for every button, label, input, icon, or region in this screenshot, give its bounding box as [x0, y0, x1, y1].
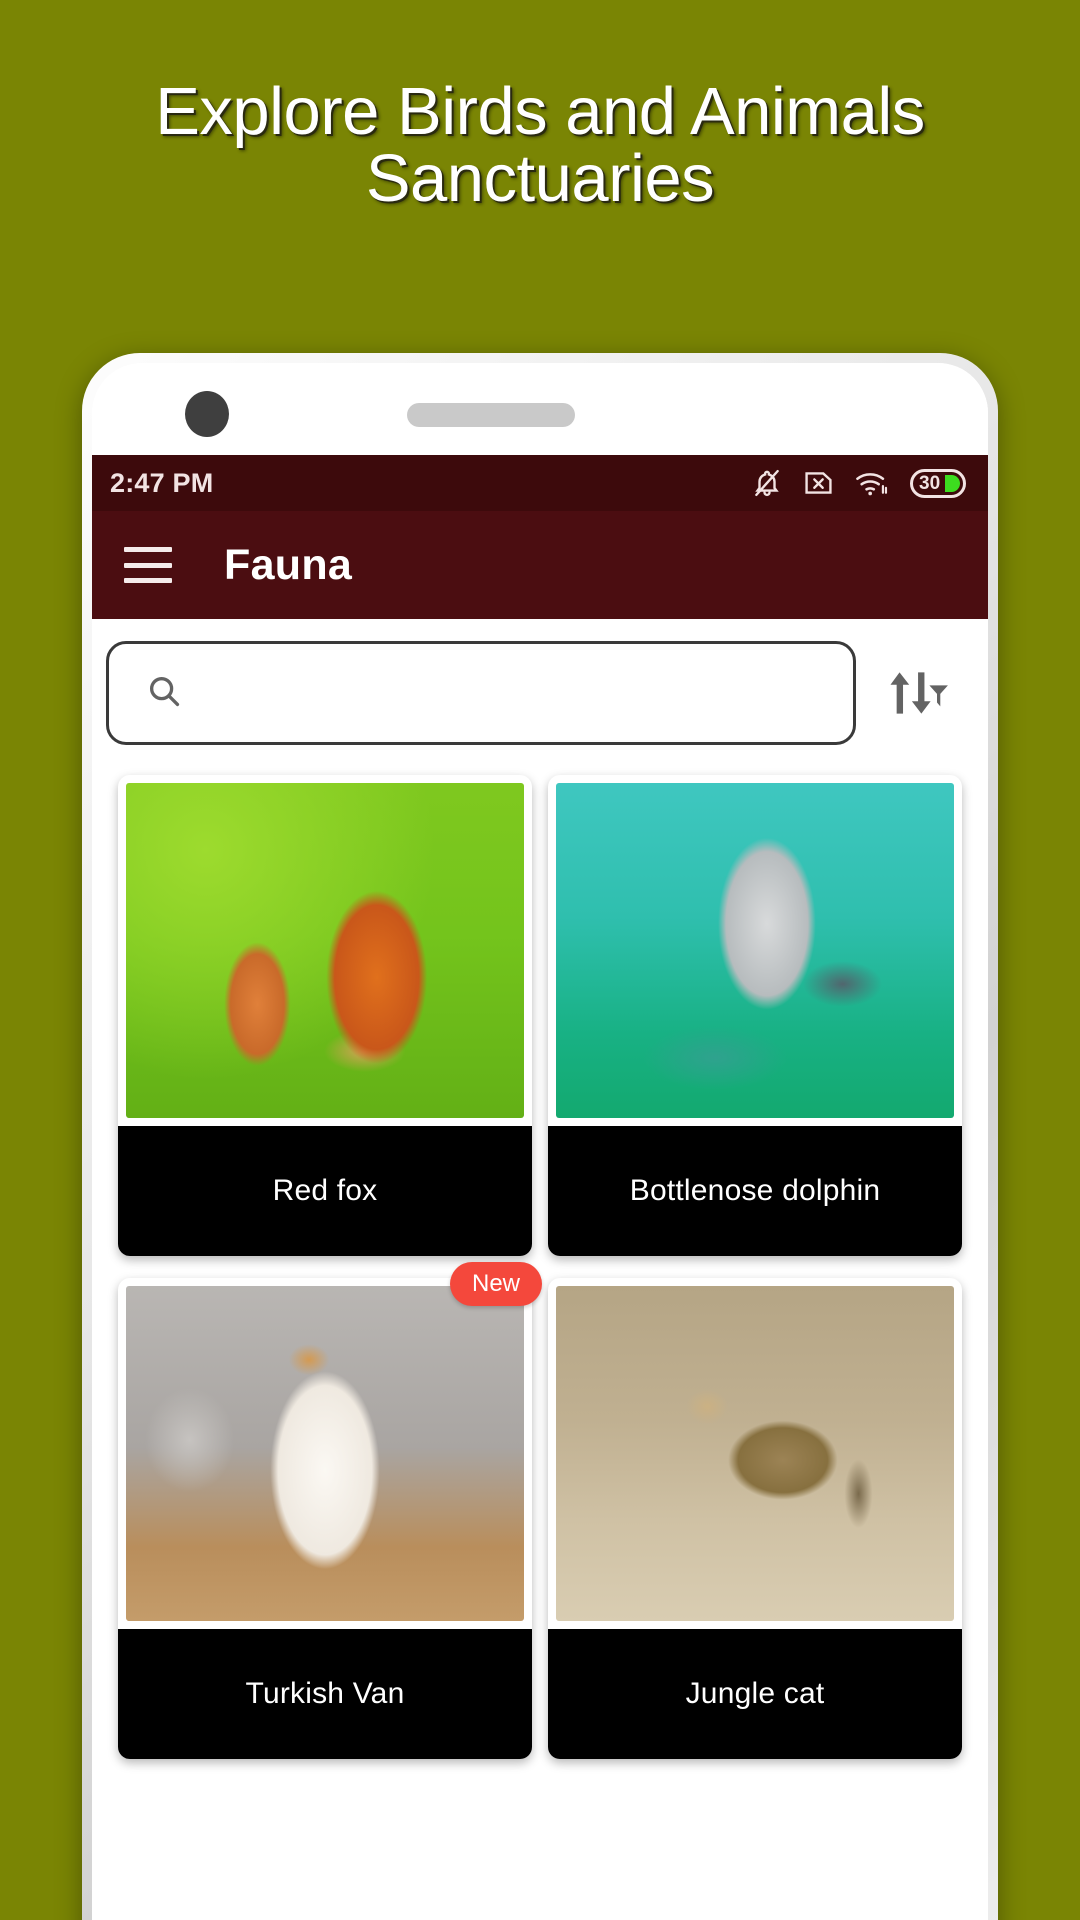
battery-level-text: 30 — [919, 472, 941, 494]
turkish-van-photo — [126, 1286, 524, 1621]
hamburger-menu-icon[interactable] — [124, 547, 172, 583]
animal-card[interactable]: Red fox — [118, 775, 532, 1256]
status-time: 2:47 PM — [110, 467, 214, 498]
status-bar: 2:47 PM 30 — [92, 455, 988, 511]
status-icon-group: 30 — [752, 467, 966, 499]
wifi-icon — [855, 469, 889, 497]
animal-card-label: Jungle cat — [548, 1629, 962, 1759]
bottlenose-dolphin-photo — [556, 783, 954, 1118]
sim-card-missing-icon — [803, 469, 834, 497]
search-box[interactable] — [106, 641, 856, 745]
phone-screen: 2:47 PM 30 Fauna Red fox Bottlenose dolp… — [92, 363, 988, 1920]
search-icon — [145, 672, 183, 715]
search-row — [92, 619, 988, 765]
front-camera-icon — [185, 391, 229, 437]
app-title: Fauna — [224, 540, 353, 589]
animal-card[interactable]: Jungle cat — [548, 1278, 962, 1759]
notifications-off-icon — [752, 467, 782, 499]
animal-card[interactable]: Bottlenose dolphin — [548, 775, 962, 1256]
animal-card-label: Red fox — [118, 1126, 532, 1256]
promo-heading: Explore Birds and Animals Sanctuaries — [155, 74, 925, 216]
phone-frame: 2:47 PM 30 Fauna Red fox Bottlenose dolp… — [82, 353, 998, 1920]
red-fox-photo — [126, 783, 524, 1118]
animal-card-grid: Red fox Bottlenose dolphin New Turkish V… — [92, 765, 988, 1759]
jungle-cat-photo — [556, 1286, 954, 1621]
animal-card[interactable]: New Turkish Van — [118, 1262, 542, 1759]
earpiece-speaker — [407, 403, 575, 427]
phone-top-bezel — [92, 363, 988, 455]
sort-filter-icon[interactable] — [870, 647, 962, 739]
animal-card-label: Turkish Van — [118, 1629, 532, 1759]
new-badge: New — [449, 1262, 542, 1306]
battery-icon: 30 — [910, 468, 966, 498]
animal-card-label: Bottlenose dolphin — [548, 1126, 962, 1256]
search-input[interactable] — [183, 677, 853, 709]
app-bar: Fauna — [92, 511, 988, 619]
